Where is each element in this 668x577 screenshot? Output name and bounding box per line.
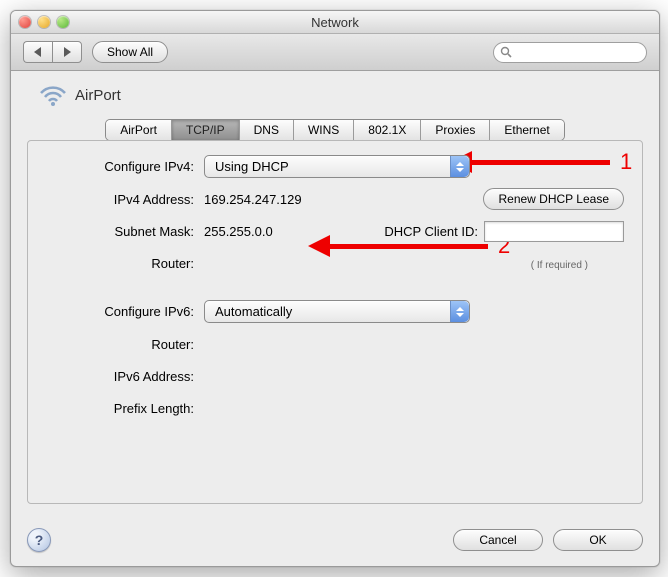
tab-airport[interactable]: AirPort <box>106 120 172 140</box>
renew-dhcp-lease-button[interactable]: Renew DHCP Lease <box>483 188 624 210</box>
configure-ipv4-label: Configure IPv4: <box>46 159 204 174</box>
configure-ipv6-select[interactable]: Automatically <box>204 300 470 323</box>
search-input[interactable] <box>516 44 640 60</box>
minimize-icon[interactable] <box>38 16 50 28</box>
dhcp-client-id-input[interactable] <box>484 221 624 242</box>
window-title: Network <box>11 15 659 30</box>
tab-dns[interactable]: DNS <box>240 120 294 140</box>
chevron-updown-icon <box>450 301 469 322</box>
footer: ? Cancel OK <box>11 518 659 566</box>
zoom-icon[interactable] <box>57 16 69 28</box>
router6-label: Router: <box>46 337 204 352</box>
content-area: AirPort AirPort TCP/IP DNS WINS 802.1X P… <box>11 71 659 518</box>
configure-ipv6-label: Configure IPv6: <box>46 304 204 319</box>
help-button[interactable]: ? <box>27 528 51 552</box>
tabs: AirPort TCP/IP DNS WINS 802.1X Proxies E… <box>105 119 564 141</box>
show-all-button[interactable]: Show All <box>92 41 168 63</box>
subnet-mask-value: 255.255.0.0 <box>204 224 273 239</box>
toolbar: Show All <box>11 34 659 71</box>
titlebar: Network <box>11 11 659 34</box>
search-icon <box>500 46 512 58</box>
forward-button[interactable] <box>52 41 82 63</box>
pane-title: AirPort <box>75 87 121 104</box>
tcpip-panel: 1 2 Configure IPv4: Using DHCP IPv4 Addr… <box>27 140 643 504</box>
pane-header: AirPort <box>27 81 643 115</box>
configure-ipv6-value: Automatically <box>215 304 292 319</box>
network-prefs-window: Network Show All <box>10 10 660 567</box>
configure-ipv4-select[interactable]: Using DHCP <box>204 155 470 178</box>
chevron-updown-icon <box>450 156 469 177</box>
tab-8021x[interactable]: 802.1X <box>354 120 421 140</box>
search-field[interactable] <box>493 42 647 63</box>
close-icon[interactable] <box>19 16 31 28</box>
back-button[interactable] <box>23 41 52 63</box>
tab-tcpip[interactable]: TCP/IP <box>172 120 240 140</box>
nav-segment <box>23 41 82 63</box>
prefix-length-label: Prefix Length: <box>46 401 204 416</box>
ipv4-address-value: 169.254.247.129 <box>204 192 302 207</box>
ipv4-address-label: IPv4 Address: <box>46 192 204 207</box>
cancel-button[interactable]: Cancel <box>453 529 543 551</box>
airport-icon <box>39 85 65 105</box>
ipv6-address-label: IPv6 Address: <box>46 369 204 384</box>
ok-button[interactable]: OK <box>553 529 643 551</box>
configure-ipv4-value: Using DHCP <box>215 159 289 174</box>
tab-ethernet[interactable]: Ethernet <box>490 120 563 140</box>
if-required-note: ( If required ) <box>531 260 588 271</box>
dhcp-client-id-label: DHCP Client ID: <box>384 224 478 239</box>
tab-proxies[interactable]: Proxies <box>421 120 490 140</box>
traffic-lights <box>11 16 69 28</box>
subnet-mask-label: Subnet Mask: <box>46 224 204 239</box>
tab-wins[interactable]: WINS <box>294 120 354 140</box>
router-label: Router: <box>46 256 204 271</box>
